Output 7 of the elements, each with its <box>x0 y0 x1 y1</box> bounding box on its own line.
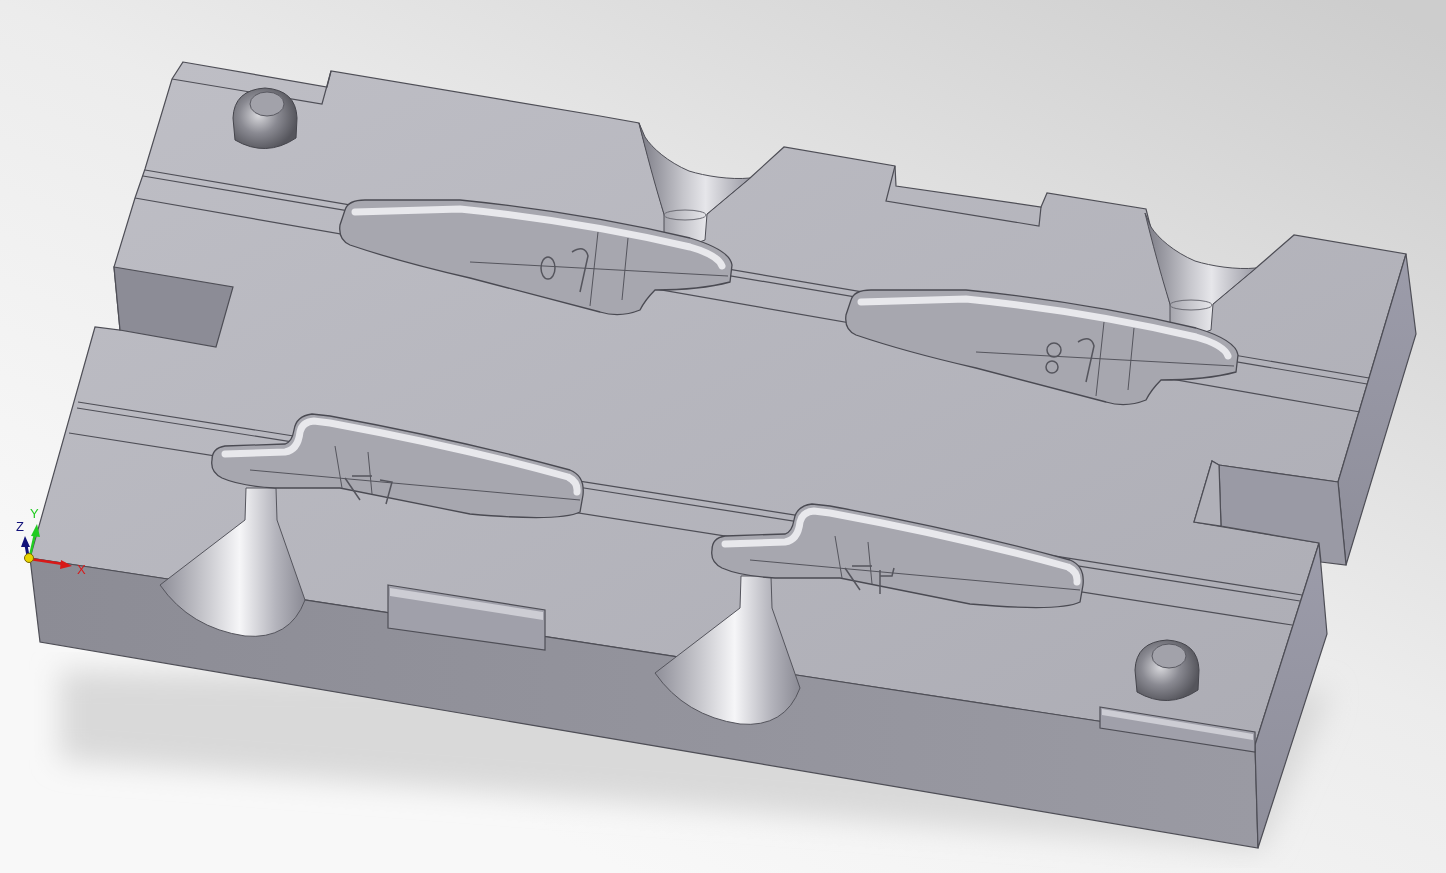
y-axis-label: Y <box>30 506 39 521</box>
y-axis-arrow <box>28 524 40 557</box>
x-axis-label: X <box>77 562 86 577</box>
dowel-pin <box>232 87 298 149</box>
origin-dot-icon <box>24 553 34 563</box>
dowel-pin <box>1134 639 1200 701</box>
z-axis-label: Z <box>16 519 24 534</box>
